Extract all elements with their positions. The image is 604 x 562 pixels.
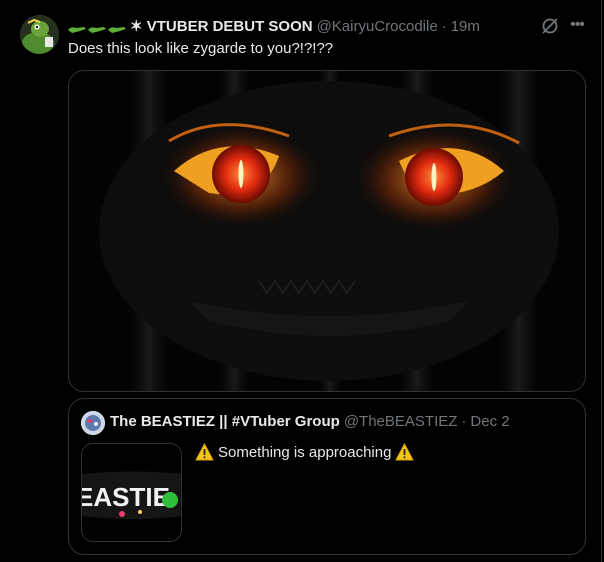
crocodile-emoji-icon — [68, 21, 86, 33]
separator-dot: · — [441, 17, 447, 35]
tweet-text: Does this look like zygarde to you?!?!?? — [68, 40, 334, 57]
quote-thumbnail[interactable]: EASTIE — [81, 443, 182, 542]
crocodile-emoji-icon — [108, 21, 126, 33]
tweet-header: ✶ VTUBER DEBUT SOON @KairyuCrocodile · 1… — [68, 17, 480, 35]
tweet-article[interactable]: ✶ VTUBER DEBUT SOON @KairyuCrocodile · 1… — [0, 0, 602, 562]
quote-text: Something is approaching — [218, 443, 392, 461]
thumb-logo-text: EASTIE — [82, 482, 170, 512]
tweet-timestamp[interactable]: 19m — [451, 18, 480, 35]
crocodile-emoji-icon — [88, 21, 106, 33]
quote-header: The BEASTIEZ || #VTuber Group @TheBEASTI… — [110, 413, 510, 430]
grok-icon[interactable] — [540, 16, 560, 36]
separator-dot: · — [461, 413, 467, 430]
warning-icon — [195, 443, 214, 461]
tweet-image[interactable] — [68, 70, 586, 392]
author-avatar[interactable] — [20, 15, 59, 54]
author-handle[interactable]: @KairyuCrocodile — [317, 18, 438, 35]
quote-author-name[interactable]: The BEASTIEZ || #VTuber Group — [110, 413, 340, 430]
author-name[interactable]: ✶ VTUBER DEBUT SOON — [130, 17, 313, 35]
warning-icon — [395, 443, 415, 461]
more-icon[interactable]: ••• — [566, 14, 588, 36]
quote-date[interactable]: Dec 2 — [470, 413, 509, 430]
quote-author-handle[interactable]: @TheBEASTIEZ — [344, 413, 458, 430]
quote-author-avatar[interactable] — [81, 411, 105, 435]
name-emojis — [68, 21, 126, 33]
quoted-tweet[interactable]: The BEASTIEZ || #VTuber Group @TheBEASTI… — [68, 398, 586, 555]
quote-text-row: Something is approaching — [195, 443, 415, 461]
